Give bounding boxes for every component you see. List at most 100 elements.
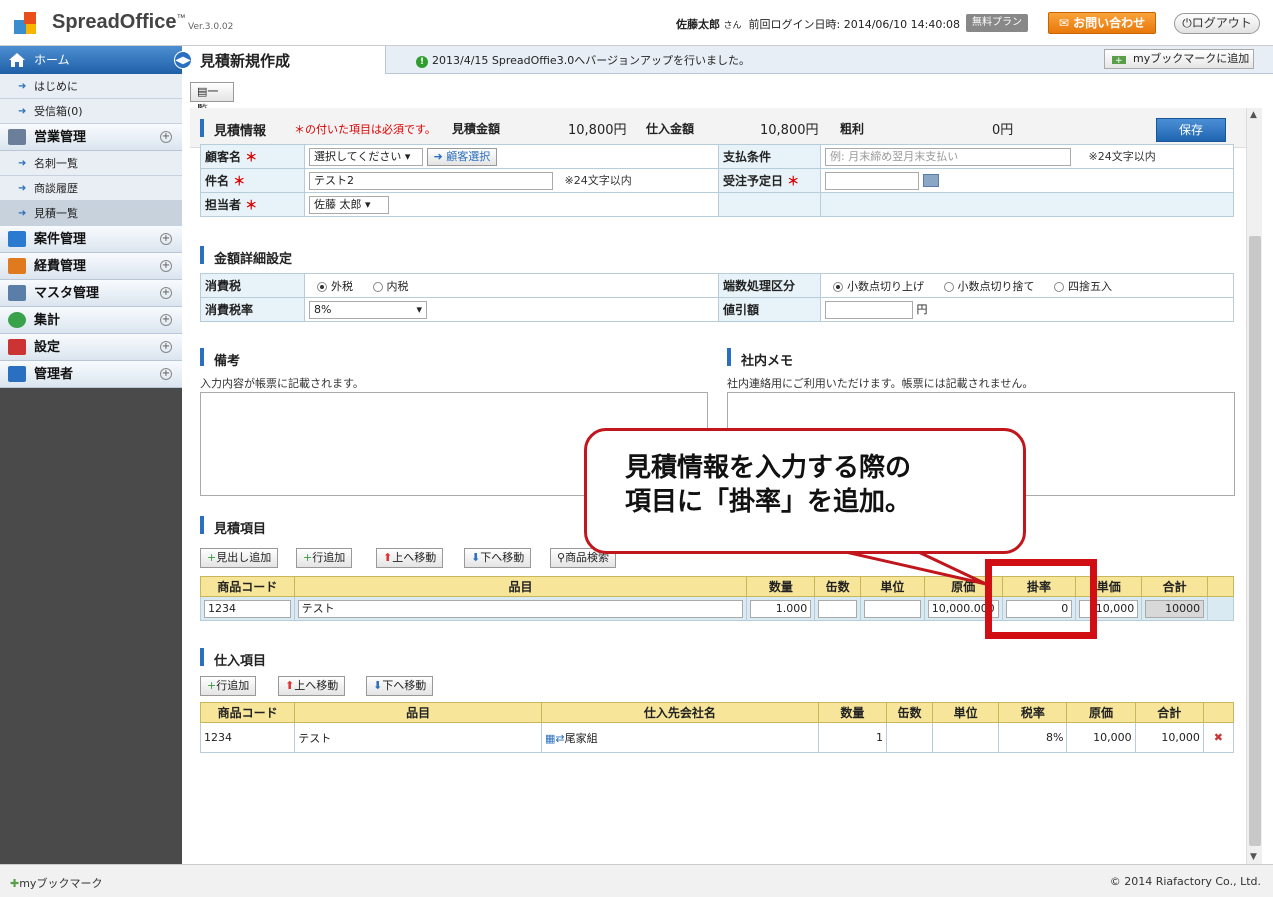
power-icon: ⏻	[1182, 16, 1192, 30]
item-input[interactable]: テスト	[297, 599, 744, 618]
table-row: 1234 テスト ▦⇄尾家組 1 8% 10,000 10,000 ✖	[199, 722, 1235, 753]
user-info: 佐藤太郎 さん 前回ログイン日時: 2014/06/10 14:40:08	[676, 16, 960, 32]
expand-icon[interactable]: +	[160, 287, 172, 299]
sidebar: ホーム ➜ はじめに ➜ 受信箱(0) 営業管理 + ➜ 名刺一覧 ➜ 商談履歴 ➜ 見積…	[0, 46, 182, 864]
customer-select-button[interactable]: ➜ 顧客選択	[426, 147, 498, 166]
purchase-total: 10,000	[1134, 722, 1204, 753]
unit-input[interactable]	[864, 599, 921, 618]
purchase-code: 1234	[199, 722, 296, 753]
notice-message[interactable]: ! 2013/4/15 SpreadOffie3.0へバージョンアップを行いました…	[416, 52, 750, 68]
add-bookmark-button[interactable]: + myブックマークに追加	[1104, 49, 1254, 69]
tax-rate-select[interactable]: 8% ▾	[309, 300, 427, 319]
arrow-up-icon: ⬆	[285, 679, 295, 692]
col-header: 数量	[817, 702, 887, 723]
code-input[interactable]: 1234	[204, 599, 291, 618]
bookmark-link[interactable]: ✚myブックマーク	[10, 875, 102, 891]
arrow-up-icon: ⬆	[383, 551, 393, 564]
sidebar-section-sales[interactable]: 営業管理 +	[0, 124, 182, 151]
plan-badge: 無料プラン	[966, 14, 1028, 32]
col-header: 品目	[294, 702, 542, 723]
logout-button[interactable]: ⏻ログアウト	[1174, 13, 1260, 34]
sidebar-item-estimates[interactable]: ➜ 見積一覧	[0, 201, 182, 226]
cans-input[interactable]	[818, 599, 858, 618]
expand-icon[interactable]: +	[160, 341, 172, 353]
arrow-right-icon: ➜	[18, 106, 27, 117]
user-suffix: さん	[723, 21, 742, 31]
payment-input[interactable]: 例: 月末締め翌月末支払い	[825, 147, 1071, 166]
round-down-radio[interactable]	[943, 281, 954, 292]
calendar-icon[interactable]	[922, 174, 939, 187]
tax-rate-label: 消費税率	[200, 297, 305, 322]
col-header: 缶数	[885, 702, 934, 723]
tax-exclusive-radio[interactable]	[317, 281, 327, 292]
required-note: ＊の付いた項目は必須です。	[294, 123, 436, 136]
purchase-move-down-button[interactable]: ⬇下へ移動	[366, 676, 434, 696]
rounding-label: 端数処理区分	[718, 273, 821, 298]
sidebar-section-reports[interactable]: 集計 +	[0, 307, 182, 334]
expand-icon[interactable]: +	[160, 368, 172, 380]
sidebar-item-inbox[interactable]: ➜ 受信箱(0)	[0, 99, 182, 124]
sales-icon	[8, 129, 26, 145]
collapse-sidebar-icon[interactable]: ◀▶	[174, 51, 192, 69]
sidebar-item-history[interactable]: ➜ 商談履歴	[0, 176, 182, 201]
scrollbar-thumb[interactable]	[1249, 236, 1261, 846]
profit-value: 0円	[992, 123, 1014, 138]
save-button[interactable]: 保存	[1156, 118, 1226, 142]
spreadoffice-logo-icon	[14, 10, 40, 36]
order-date-input[interactable]	[825, 171, 919, 190]
customer-select[interactable]: 選択してください ▾	[309, 147, 423, 166]
col-header: 仕入先会社名	[540, 702, 819, 723]
purchase-amount-label: 仕入金額	[646, 122, 695, 136]
purchase-move-up-button[interactable]: ⬆上へ移動	[278, 676, 346, 696]
expand-icon[interactable]: +	[160, 131, 172, 143]
qty-input[interactable]: 1.000	[750, 599, 812, 618]
subject-input[interactable]: テスト2	[309, 171, 553, 190]
sidebar-section-master[interactable]: マスタ管理 +	[0, 280, 182, 307]
move-down-button[interactable]: ⬇下へ移動	[464, 548, 532, 568]
purchase-qty: 1	[817, 722, 887, 753]
add-row-button[interactable]: +行追加	[296, 548, 353, 568]
purchase-add-row-button[interactable]: +行追加	[200, 676, 257, 696]
sidebar-section-admin[interactable]: 管理者 +	[0, 361, 182, 388]
sidebar-item-home[interactable]: ホーム	[0, 46, 182, 74]
sidebar-section-projects[interactable]: 案件管理 +	[0, 226, 182, 253]
round-half-radio[interactable]	[1054, 281, 1064, 292]
col-header: 合計	[1141, 576, 1209, 597]
scroll-up-icon[interactable]: ▲	[1250, 110, 1257, 120]
subject-note: ※24文字以内	[564, 173, 632, 187]
callout-line-1: 見積情報を入力する際の	[625, 453, 912, 483]
add-heading-button[interactable]: +見出し追加	[200, 548, 279, 568]
discount-input[interactable]	[825, 300, 913, 319]
vertical-scrollbar[interactable]: ▲ ▼	[1246, 108, 1262, 864]
bookmark-icon: +	[1112, 56, 1126, 65]
summary-bar: 見積情報 ＊の付いた項目は必須です。 見積金額 10,800円 仕入金額 10,…	[190, 108, 1246, 148]
purchase-amount-value: 10,800円	[760, 123, 819, 138]
purchase-supplier[interactable]: ▦⇄尾家組	[540, 722, 819, 753]
home-icon	[9, 53, 25, 67]
expand-icon[interactable]: +	[160, 233, 172, 245]
scroll-down-icon[interactable]: ▼	[1250, 852, 1257, 862]
expand-icon[interactable]: +	[160, 260, 172, 272]
list-button[interactable]: ▤一覧	[190, 82, 234, 116]
tools-icon	[8, 339, 26, 355]
estimate-form-table: 顧客名 ＊ 選択してください ▾ ➜ 顧客選択 支払条件 例: 月末締め翌月末支…	[200, 144, 1234, 217]
summary-title: 見積情報	[214, 124, 267, 139]
expand-icon[interactable]: +	[160, 314, 172, 326]
sidebar-item-cards[interactable]: ➜ 名刺一覧	[0, 151, 182, 176]
footer: ✚myブックマーク © 2014 Riafactory Co., Ltd.	[0, 864, 1273, 897]
staff-select[interactable]: 佐藤 太郎 ▾	[309, 195, 389, 214]
contact-button[interactable]: ✉ お問い合わせ	[1048, 12, 1156, 34]
purchase-items-table: 商品コード 品目 仕入先会社名 数量 缶数 単位 税率 原価 合計 1234 テ…	[199, 702, 1235, 753]
sidebar-item-intro[interactable]: ➜ はじめに	[0, 74, 182, 99]
round-up-radio[interactable]	[833, 281, 843, 292]
supplier-icon: ▦⇄	[544, 731, 565, 745]
sidebar-section-expenses[interactable]: 経費管理 +	[0, 253, 182, 280]
move-up-button[interactable]: ⬆上へ移動	[376, 548, 444, 568]
memo-title: 社内メモ	[741, 354, 794, 369]
arrow-right-icon: ➜	[18, 183, 27, 194]
delete-row-icon[interactable]: ✖	[1202, 722, 1235, 753]
sidebar-section-settings[interactable]: 設定 +	[0, 334, 182, 361]
add-icon: +	[207, 551, 217, 564]
tax-inclusive-radio[interactable]	[372, 281, 383, 292]
app-logo-text[interactable]: SpreadOffice™	[52, 11, 185, 34]
